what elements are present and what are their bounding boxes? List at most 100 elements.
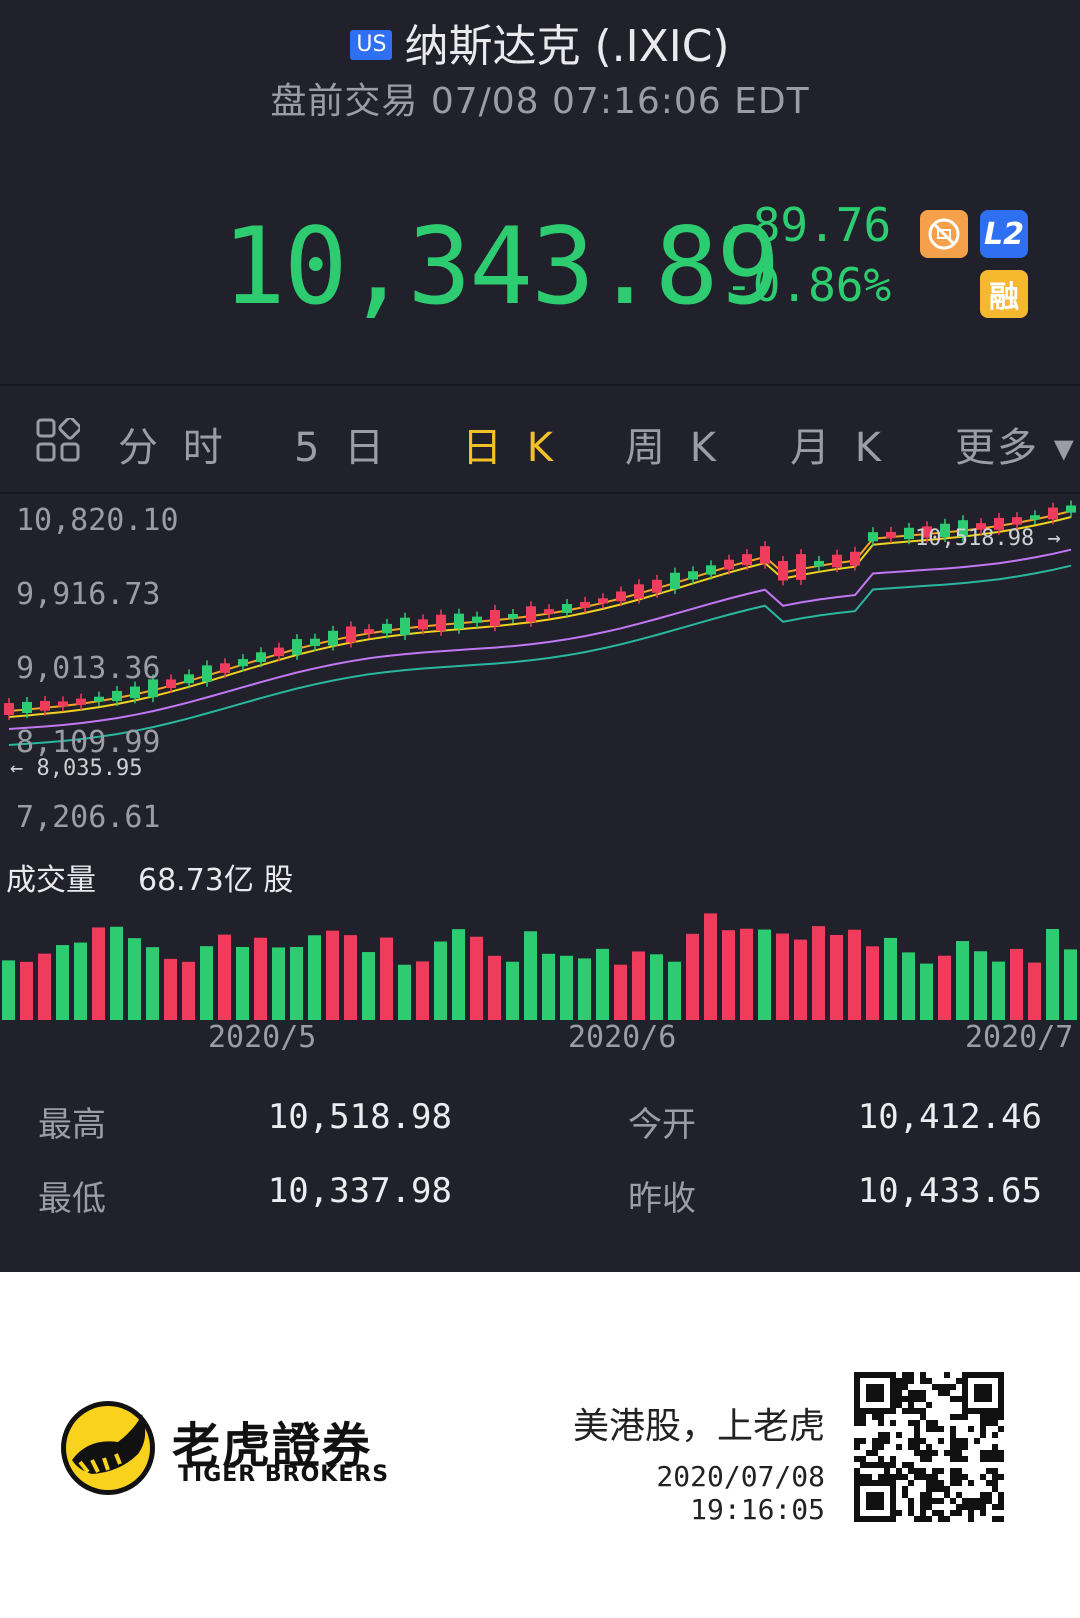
volume-bar xyxy=(668,961,681,1020)
qr-module xyxy=(938,1510,944,1516)
candle-body xyxy=(40,700,50,711)
qr-module xyxy=(866,1384,872,1390)
tab-more[interactable]: 更多 ▾ xyxy=(955,415,1076,473)
qr-module xyxy=(896,1402,902,1408)
tab-weekly-k[interactable]: 周 K xyxy=(625,415,722,473)
qr-module xyxy=(854,1498,860,1504)
qr-module xyxy=(956,1504,962,1510)
volume-bar xyxy=(992,961,1005,1020)
qr-module xyxy=(920,1498,926,1504)
qr-module xyxy=(992,1480,998,1486)
qr-module xyxy=(956,1378,962,1384)
candle-body xyxy=(580,601,590,608)
qr-module xyxy=(974,1384,980,1390)
max-price-label: 10,518.98 xyxy=(915,526,1035,551)
qr-module xyxy=(872,1438,878,1444)
qr-module xyxy=(992,1372,998,1378)
qr-module xyxy=(878,1372,884,1378)
qr-module xyxy=(926,1516,932,1522)
volume-chart[interactable] xyxy=(0,890,1080,1020)
candle-body xyxy=(670,572,680,590)
candle-body xyxy=(598,598,608,604)
candle-body xyxy=(220,663,230,673)
qr-module xyxy=(962,1498,968,1504)
candle-body xyxy=(760,546,770,564)
volume-bar xyxy=(38,953,51,1020)
volume-bar xyxy=(632,951,645,1020)
last-price: 10,343.89 xyxy=(222,205,780,328)
qr-module xyxy=(986,1396,992,1402)
qr-module xyxy=(998,1384,1004,1390)
qr-module xyxy=(962,1414,968,1420)
qr-module xyxy=(950,1426,956,1432)
qr-module xyxy=(890,1408,896,1414)
qr-module xyxy=(998,1492,1004,1498)
qr-module xyxy=(908,1480,914,1486)
qr-module xyxy=(950,1414,956,1420)
no-short-icon[interactable] xyxy=(920,210,968,258)
qr-module xyxy=(998,1396,1004,1402)
layout-grid-icon[interactable] xyxy=(36,418,80,462)
candle-body xyxy=(238,659,248,667)
qr-module xyxy=(890,1498,896,1504)
qr-module xyxy=(980,1420,986,1426)
qr-module xyxy=(854,1384,860,1390)
volume-bar xyxy=(470,936,483,1020)
qr-module xyxy=(878,1516,884,1522)
qr-module xyxy=(974,1372,980,1378)
x-axis-label: 2020/6 xyxy=(568,1020,677,1055)
volume-bar xyxy=(866,946,879,1020)
qr-module xyxy=(938,1390,944,1396)
qr-module xyxy=(956,1474,962,1480)
qr-code[interactable] xyxy=(854,1372,1004,1522)
qr-module xyxy=(890,1516,896,1522)
qr-module xyxy=(998,1378,1004,1384)
margin-badge[interactable]: 融 xyxy=(980,270,1028,318)
tab-daily-k[interactable]: 日 K xyxy=(462,415,559,473)
volume-bar xyxy=(452,929,465,1020)
qr-module xyxy=(896,1432,902,1438)
tab-monthly-k[interactable]: 月 K xyxy=(790,415,887,473)
qr-module xyxy=(854,1438,860,1444)
candle-body xyxy=(1030,515,1040,520)
qr-module xyxy=(878,1438,884,1444)
qr-module xyxy=(998,1450,1004,1456)
qr-module xyxy=(854,1474,860,1480)
qr-module xyxy=(932,1486,938,1492)
qr-module xyxy=(956,1510,962,1516)
qr-module xyxy=(854,1408,860,1414)
min-price-marker: ← 8,035.95 xyxy=(10,756,142,781)
qr-module xyxy=(878,1492,884,1498)
qr-module xyxy=(968,1480,974,1486)
qr-module xyxy=(890,1462,896,1468)
candle-body xyxy=(202,665,212,682)
qr-module xyxy=(992,1486,998,1492)
qr-module xyxy=(872,1396,878,1402)
slogan: 美港股，上老虎 xyxy=(572,1406,825,1447)
qr-module xyxy=(920,1378,926,1384)
qr-module xyxy=(872,1384,878,1390)
candle-body xyxy=(112,690,122,702)
level2-badge[interactable]: L2 xyxy=(980,210,1028,258)
qr-module xyxy=(920,1450,926,1456)
qr-module xyxy=(998,1414,1004,1420)
qr-module xyxy=(908,1444,914,1450)
qr-module xyxy=(890,1510,896,1516)
qr-module xyxy=(914,1474,920,1480)
qr-module xyxy=(854,1390,860,1396)
qr-module xyxy=(890,1486,896,1492)
candle-body xyxy=(688,571,698,580)
qr-module xyxy=(980,1492,986,1498)
qr-module xyxy=(938,1486,944,1492)
qr-module xyxy=(884,1468,890,1474)
qr-module xyxy=(896,1474,902,1480)
qr-module xyxy=(860,1456,866,1462)
tab-5day[interactable]: 5 日 xyxy=(294,415,390,473)
qr-module xyxy=(956,1456,962,1462)
qr-module xyxy=(926,1492,932,1498)
qr-module xyxy=(908,1468,914,1474)
candle-body xyxy=(310,638,320,646)
qr-module xyxy=(992,1468,998,1474)
volume-bar xyxy=(308,935,321,1020)
tab-intraday[interactable]: 分 时 xyxy=(118,415,229,473)
